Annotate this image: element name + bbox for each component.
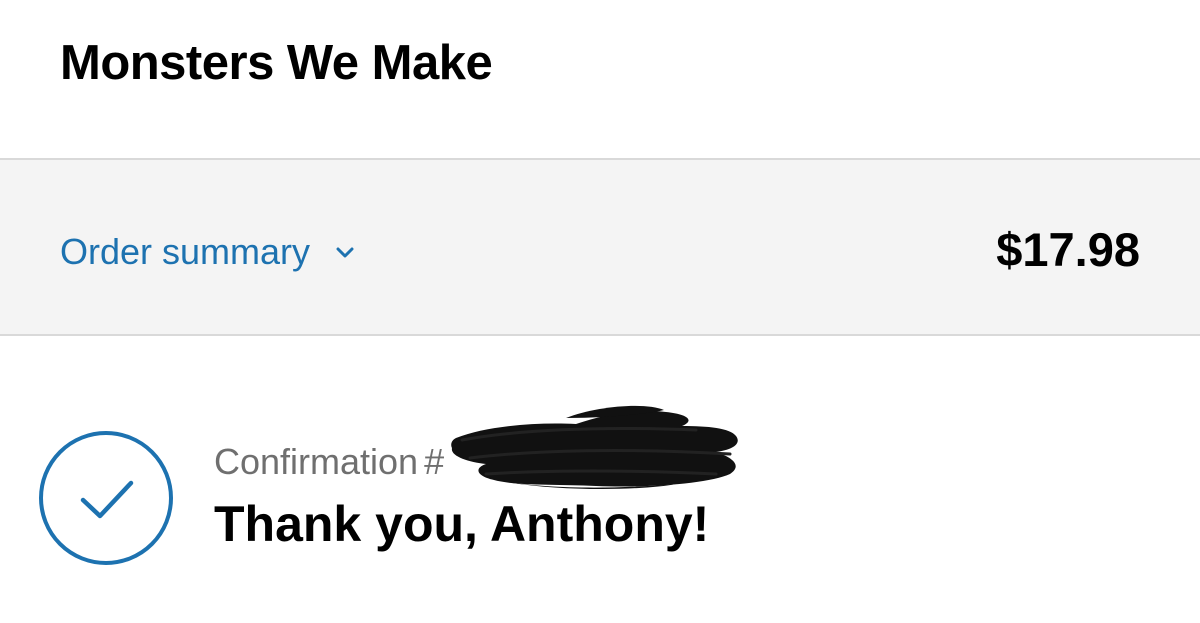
confirmation-number-prefix: # <box>424 441 445 482</box>
order-total-price: $17.98 <box>996 223 1140 276</box>
check-circle-icon <box>39 431 173 565</box>
chevron-down-icon <box>336 247 354 258</box>
redaction-scribble <box>451 405 738 489</box>
order-summary-label: Order summary <box>60 231 311 272</box>
order-summary-toggle[interactable]: Order summary <box>60 230 356 274</box>
confirmation-label: Confirmation <box>214 441 419 482</box>
header: Monsters We Make <box>0 0 1200 158</box>
confirmation-section: Confirmation # Thank you, Anthony! <box>0 336 1200 623</box>
shop-name[interactable]: Monsters We Make <box>60 33 493 93</box>
checkout-thank-you-page: Monsters We Make Order summary $17.98 Co… <box>0 0 1200 623</box>
order-summary-bar[interactable]: Order summary $17.98 <box>0 158 1200 336</box>
thank-you-heading: Thank you, Anthony! <box>214 496 710 552</box>
confirmation-text-block: Confirmation # Thank you, Anthony! <box>214 405 738 556</box>
confirmation-number-row: Confirmation # <box>214 405 738 489</box>
